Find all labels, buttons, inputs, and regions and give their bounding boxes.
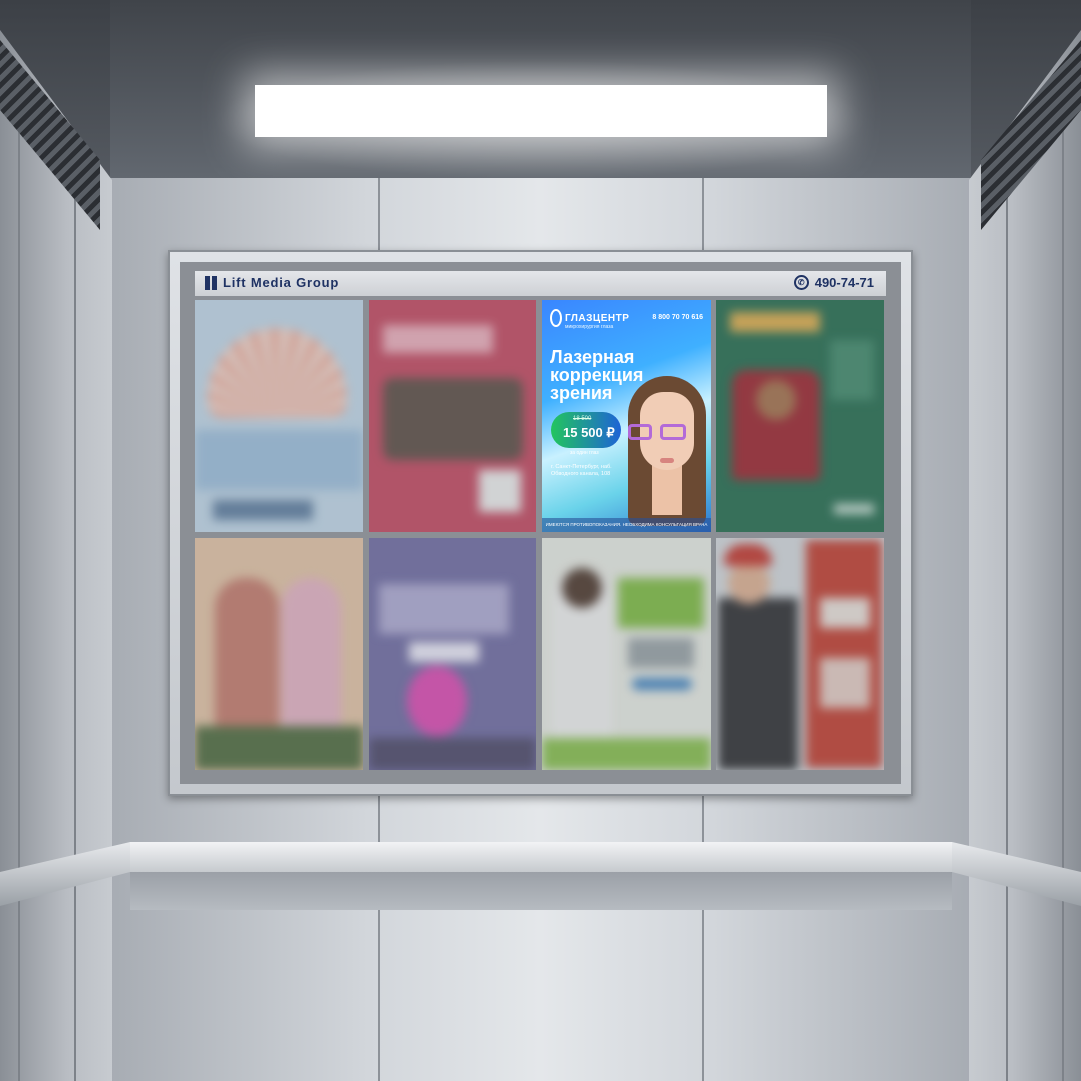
brand: Lift Media Group	[205, 275, 339, 290]
ad-poster-blurred	[369, 538, 536, 770]
clinic-phone: 8 800 70 70 616	[652, 314, 703, 321]
wall-panel-seam	[74, 150, 76, 1081]
wall-panel-seam	[18, 110, 20, 1081]
glasses-icon	[628, 424, 652, 440]
model-photo	[620, 370, 710, 532]
ad-poster-blurred	[195, 538, 363, 770]
ad-headline-line: Лазерная	[550, 347, 635, 367]
wall-panel-seam	[1006, 150, 1008, 1081]
featured-ad-poster: ГЛАЗЦЕНТР микрохирургия глаза 8 800 70 7…	[542, 300, 711, 532]
brand-logo-icon	[205, 275, 217, 290]
board-phone-number: 490-74-71	[814, 275, 874, 290]
board-phone: ✆ 490-74-71	[793, 275, 874, 290]
ceiling-light	[255, 85, 827, 137]
ad-poster-blurred	[369, 300, 536, 532]
ad-poster-blurred	[542, 538, 711, 770]
ad-poster-blurred	[716, 538, 884, 770]
brand-name: Lift Media Group	[223, 275, 340, 290]
phone-icon: ✆	[793, 275, 809, 290]
price-note: за один глаз	[570, 450, 599, 456]
ad-poster-blurred	[195, 300, 363, 532]
clinic-name: ГЛАЗЦЕНТР	[565, 313, 630, 324]
ad-board-header: Lift Media Group ✆ 490-74-71	[195, 271, 886, 296]
old-price: 18 500	[573, 416, 592, 422]
clinic-subtitle: микрохирургия глаза	[565, 324, 614, 330]
wall-panel-seam	[1062, 110, 1064, 1081]
eye-logo-icon	[550, 309, 562, 327]
handrail-top	[130, 842, 952, 872]
ad-poster-blurred	[716, 300, 884, 532]
price-badge: 18 500 15 500 ₽	[551, 412, 621, 448]
clinic-address: г. Санкт-Петербург, наб. Обводного канал…	[551, 464, 612, 477]
handrail-front	[130, 872, 952, 910]
new-price: 15 500 ₽	[563, 425, 615, 440]
ad-disclaimer: ИМЕЮТСЯ ПРОТИВОПОКАЗАНИЯ. НЕОБХОДИМА КОН…	[542, 518, 711, 532]
